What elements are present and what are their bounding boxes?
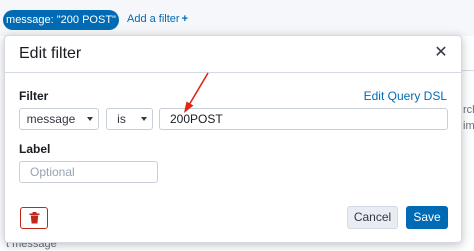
field-select[interactable]: message — [19, 108, 99, 130]
operator-select-value: is — [117, 112, 126, 126]
field-select-value: message — [26, 112, 76, 126]
background-text-fragment: ime — [463, 120, 474, 132]
delete-filter-button[interactable] — [20, 207, 48, 229]
background-divider — [462, 70, 474, 71]
filter-bar: message: "200 POST" Add a filter + — [0, 0, 474, 36]
close-icon[interactable]: ✕ — [433, 45, 449, 61]
modal-title: Edit filter — [19, 45, 82, 62]
cancel-button[interactable]: Cancel — [347, 206, 398, 229]
trash-icon — [29, 212, 40, 224]
operator-select[interactable]: is — [106, 108, 153, 130]
label-label: Label — [19, 142, 51, 156]
save-button[interactable]: Save — [406, 206, 448, 229]
filter-pill[interactable]: message: "200 POST" — [3, 10, 119, 30]
label-input[interactable]: Optional — [19, 161, 158, 183]
chevron-down-icon — [87, 117, 93, 121]
modal-header: Edit filter ✕ — [5, 36, 461, 73]
filter-value-input[interactable]: 200POST — [159, 108, 448, 130]
edit-query-dsl-link[interactable]: Edit Query DSL — [364, 89, 447, 103]
edit-filter-modal: Edit filter ✕ Filter Edit Query DSL mess… — [4, 35, 462, 243]
add-filter-link[interactable]: Add a filter + — [127, 13, 188, 25]
filter-label: Filter — [19, 89, 49, 103]
chevron-down-icon — [141, 117, 147, 121]
background-text-fragment: rch — [463, 104, 474, 116]
add-filter-label: Add a filter — [127, 13, 180, 25]
plus-icon: + — [181, 13, 189, 25]
